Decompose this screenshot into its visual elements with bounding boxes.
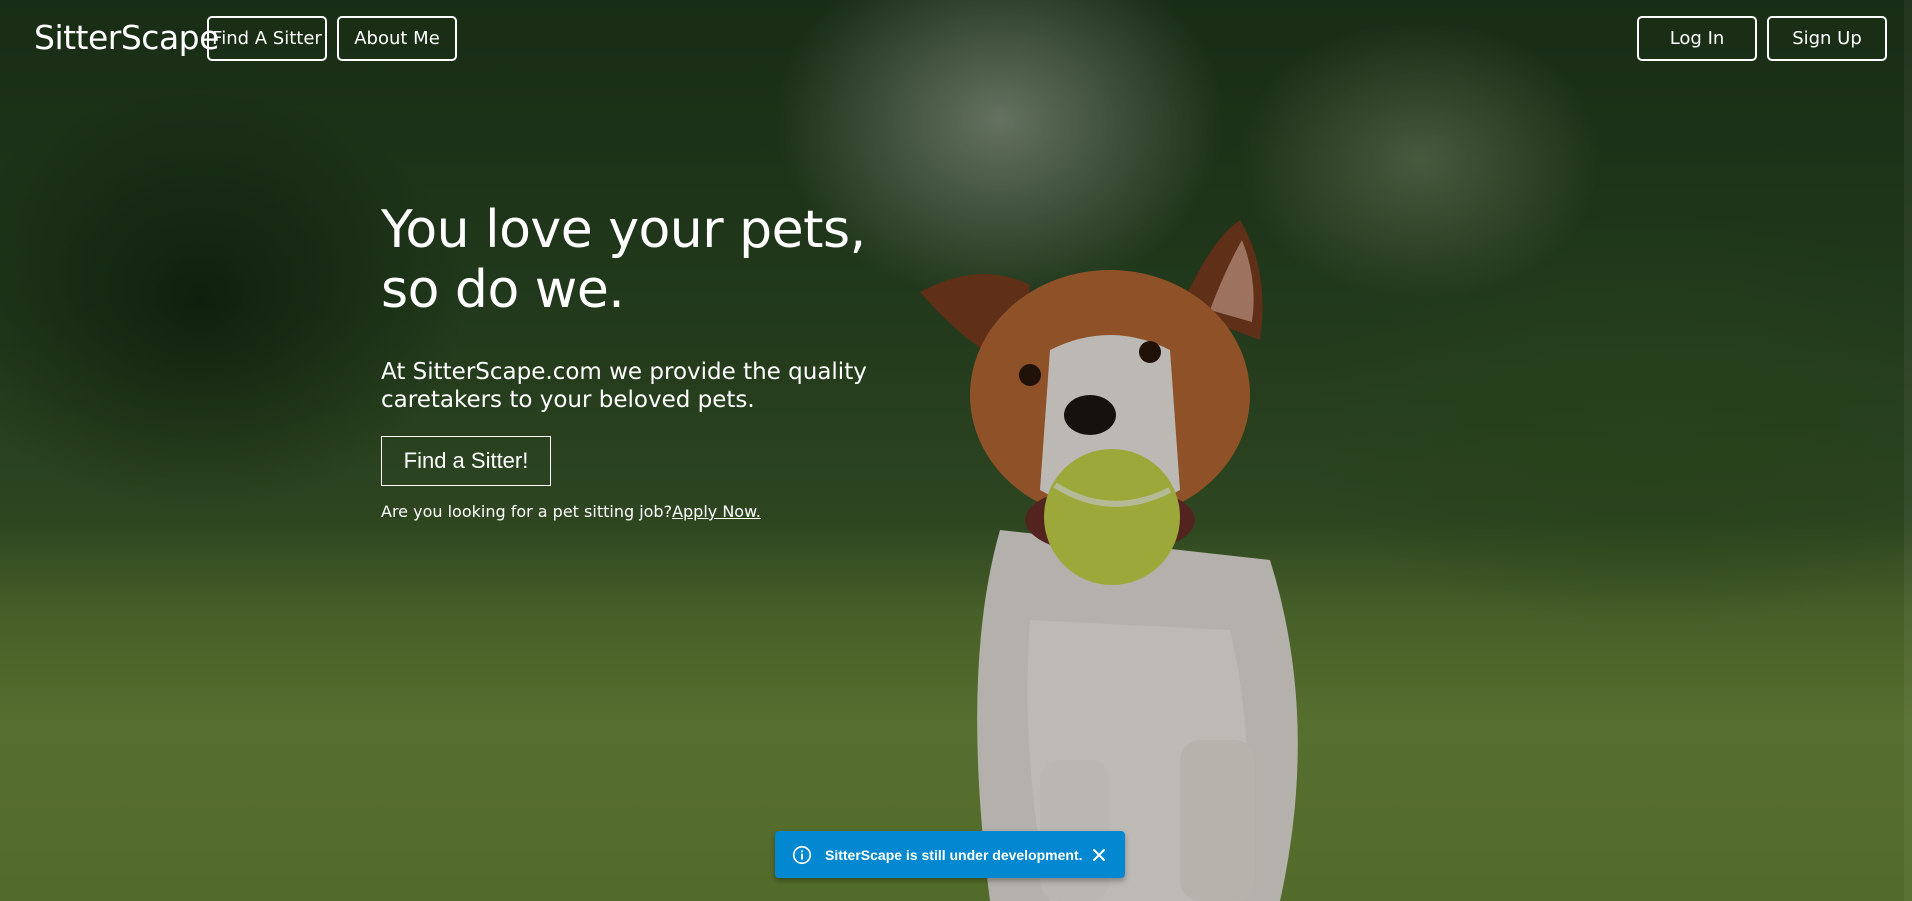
- hero-lead-text: At SitterScape.com we provide the qualit…: [381, 359, 867, 413]
- top-navbar: SitterScape Find A Sitter About Me Log I…: [0, 16, 1912, 61]
- close-icon[interactable]: [1087, 843, 1111, 867]
- hero-headline-line1: You love your pets,: [381, 200, 866, 260]
- find-a-sitter-cta-button[interactable]: Find a Sitter!: [381, 436, 551, 486]
- log-in-button[interactable]: Log In: [1637, 16, 1757, 61]
- toast-message: SitterScape is still under development.: [825, 846, 1083, 863]
- apply-now-link[interactable]: Apply Now.: [672, 502, 761, 521]
- about-me-nav-button[interactable]: About Me: [337, 16, 457, 61]
- brand-logo[interactable]: SitterScape: [34, 18, 219, 58]
- development-notice-toast: SitterScape is still under development.: [775, 831, 1125, 878]
- sign-up-button[interactable]: Sign Up: [1767, 16, 1887, 61]
- hero-headline: You love your pets, so do we.: [381, 200, 881, 320]
- find-a-sitter-nav-button[interactable]: Find A Sitter: [207, 16, 327, 61]
- hero-section: You love your pets, so do we. At SitterS…: [381, 200, 881, 521]
- hero-background-photo: [0, 0, 1912, 901]
- hero-headline-line2: so do we.: [381, 260, 625, 320]
- job-prompt-text: Are you looking for a pet sitting job?: [381, 502, 673, 521]
- info-icon: [792, 845, 812, 864]
- page-scrollbar[interactable]: [1904, 0, 1912, 901]
- job-prompt: Are you looking for a pet sitting job?Ap…: [381, 502, 881, 521]
